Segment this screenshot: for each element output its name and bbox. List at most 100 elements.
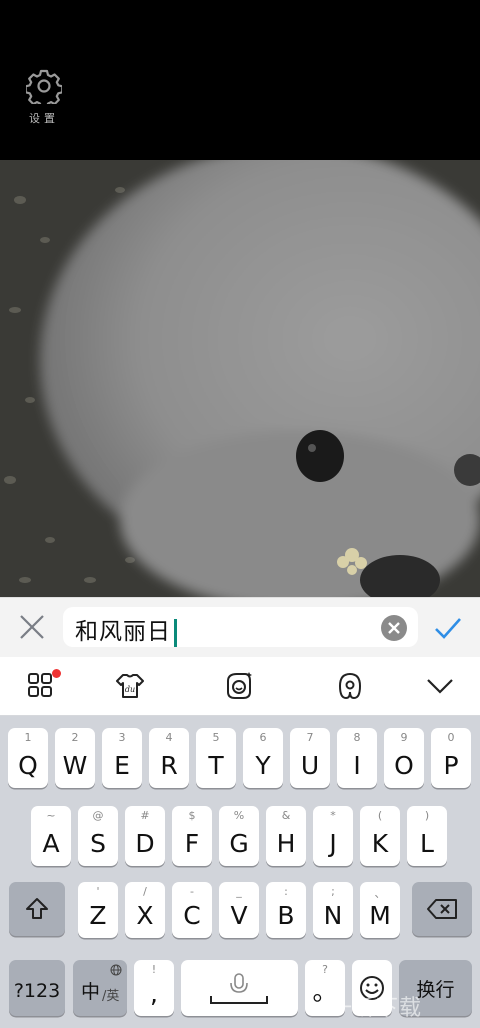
- key-sub-label: 4: [165, 731, 173, 744]
- close-icon[interactable]: [16, 611, 48, 643]
- key-sub-label: 6: [259, 731, 267, 744]
- key-e[interactable]: 3E: [102, 728, 142, 788]
- settings-label: 设置: [29, 112, 59, 125]
- keyboard-toolbar: du: [0, 657, 480, 716]
- comma-key[interactable]: ! ,: [134, 960, 174, 1016]
- key-sub-label: 8: [353, 731, 361, 744]
- key-sub-label: 2: [71, 731, 79, 744]
- key-a[interactable]: ~ A: [31, 806, 71, 866]
- key-sub-label: 3: [118, 731, 126, 744]
- key-sub-label: /: [143, 885, 147, 898]
- key-sub-label: 1: [24, 731, 32, 744]
- language-key-label: 中: [81, 981, 101, 1003]
- emoji-icon[interactable]: [223, 670, 255, 702]
- space-key[interactable]: [181, 960, 298, 1016]
- key-label: G: [229, 829, 249, 858]
- backspace-key[interactable]: [412, 882, 472, 936]
- key-r[interactable]: 4R: [149, 728, 189, 788]
- key-sub-label: -: [190, 885, 194, 898]
- key-sub-label: _: [236, 885, 242, 898]
- key-d[interactable]: # D: [125, 806, 165, 866]
- key-s[interactable]: @ S: [78, 806, 118, 866]
- language-switch-key[interactable]: 中 /英: [73, 960, 127, 1016]
- key-sub-label: :: [284, 885, 288, 898]
- key-g[interactable]: % G: [219, 806, 259, 866]
- key-k[interactable]: (K: [360, 806, 400, 866]
- key-sub-label: &: [281, 809, 291, 822]
- key-sub-label: 9: [400, 731, 408, 744]
- key-sub-label: 7: [306, 731, 314, 744]
- key-sub-label: ~: [46, 809, 56, 822]
- key-sub-label: $: [188, 809, 196, 822]
- input-value: 和风丽日: [75, 619, 171, 645]
- key-sub-label: *: [330, 809, 336, 822]
- handwriting-icon[interactable]: [334, 670, 366, 702]
- key-sub-label: 、: [374, 887, 386, 900]
- key-label: B: [277, 901, 295, 930]
- key-j[interactable]: * J: [313, 806, 353, 866]
- key-i[interactable]: 8I: [337, 728, 377, 788]
- clear-icon[interactable]: [380, 614, 408, 642]
- key-label: P: [443, 751, 459, 780]
- shift-icon: [26, 898, 48, 919]
- key-label: S: [90, 829, 106, 858]
- key-sub-label: ;: [331, 885, 335, 898]
- key-label: V: [230, 901, 248, 930]
- key-label: W: [62, 751, 88, 780]
- watermark: 一听下载: [330, 996, 423, 1021]
- key-z[interactable]: ' Z: [78, 882, 118, 938]
- text-caret: [174, 619, 177, 647]
- key-sub-label: #: [140, 809, 150, 822]
- key-y[interactable]: 6Y: [243, 728, 283, 788]
- key-label: R: [160, 751, 178, 780]
- comma-key-label: ,: [150, 979, 158, 1008]
- key-u[interactable]: 7U: [290, 728, 330, 788]
- numbers-key-label: ?123: [13, 980, 61, 1002]
- key-o[interactable]: 9O: [384, 728, 424, 788]
- skin-icon[interactable]: du: [114, 670, 146, 702]
- key-label: M: [369, 901, 391, 930]
- check-icon[interactable]: [432, 612, 464, 644]
- key-label: F: [184, 829, 200, 858]
- key-label: T: [208, 751, 224, 780]
- key-h[interactable]: & H: [266, 806, 306, 866]
- top-bar: 设置: [0, 0, 480, 160]
- key-t[interactable]: 5T: [196, 728, 236, 788]
- key-label: Z: [89, 901, 107, 930]
- key-n[interactable]: ; N: [313, 882, 353, 938]
- key-sub-label: @: [92, 809, 104, 822]
- key-label: J: [329, 829, 337, 858]
- key-q[interactable]: 1Q: [8, 728, 48, 788]
- key-x[interactable]: / X: [125, 882, 165, 938]
- key-p[interactable]: 0P: [431, 728, 471, 788]
- key-label: U: [300, 751, 320, 780]
- chevron-down-icon[interactable]: [424, 670, 456, 702]
- key-label: K: [371, 829, 389, 858]
- backspace-icon: [427, 899, 457, 919]
- key-sub-label: (: [377, 809, 383, 822]
- key-v[interactable]: _ V: [219, 882, 259, 938]
- key-w[interactable]: 2W: [55, 728, 95, 788]
- key-f[interactable]: $ F: [172, 806, 212, 866]
- language-key-sub: /英: [102, 989, 120, 1004]
- key-label: C: [183, 901, 201, 930]
- key-sub-label: %: [233, 809, 245, 822]
- shift-key[interactable]: [9, 882, 65, 936]
- key-label: X: [136, 901, 154, 930]
- key-label: L: [420, 829, 434, 858]
- text-input[interactable]: 和风丽日: [63, 607, 418, 647]
- comma-key-sub: !: [151, 963, 157, 976]
- numbers-key[interactable]: ?123: [9, 960, 65, 1016]
- key-c[interactable]: -C: [172, 882, 212, 938]
- key-label: H: [276, 829, 296, 858]
- key-label: Y: [255, 751, 271, 780]
- gear-icon: [26, 69, 62, 104]
- settings-button[interactable]: 设置: [24, 68, 64, 126]
- notification-badge: [52, 669, 61, 678]
- key-sub-label: 0: [447, 731, 455, 744]
- key-m[interactable]: 、 M: [360, 882, 400, 938]
- keyboard: 1Q2W3E4R5T6Y7U8I9O0P ~ A @ S # D $ F% G & H * J(K) L …: [0, 716, 480, 1028]
- key-b[interactable]: :B: [266, 882, 306, 938]
- key-l[interactable]: ) L: [407, 806, 447, 866]
- svg-text:du: du: [125, 685, 135, 694]
